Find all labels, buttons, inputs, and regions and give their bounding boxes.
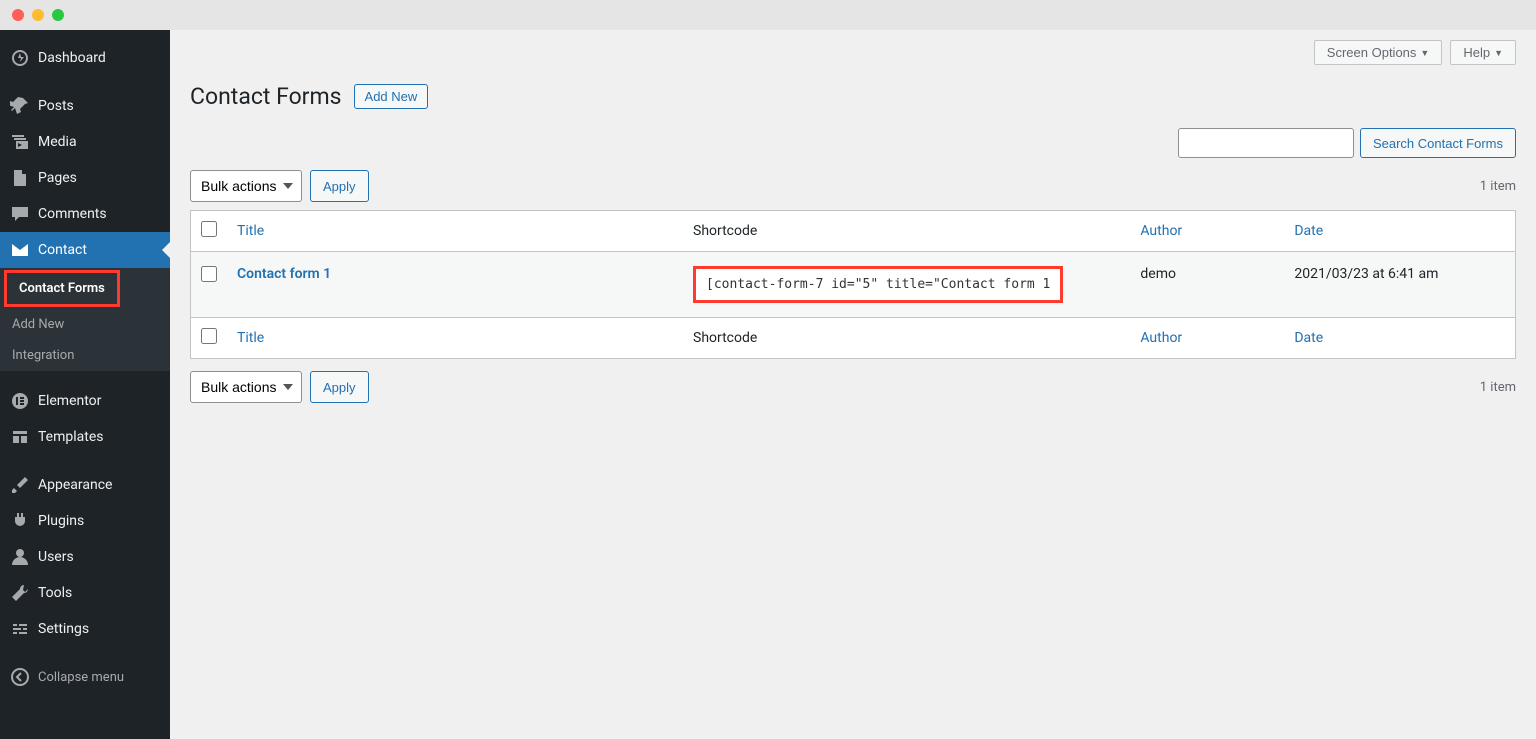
contact-forms-table: Title Shortcode Author Date Contact form… [190, 210, 1516, 359]
main-content: Screen Options ▼ Help ▼ Contact Forms Ad… [170, 30, 1536, 739]
sidebar-item-posts[interactable]: Posts [0, 88, 170, 124]
sidebar-label: Posts [38, 98, 74, 114]
sidebar-label: Settings [38, 621, 89, 637]
help-label: Help [1463, 45, 1490, 60]
comments-icon [10, 204, 30, 224]
templates-icon [10, 427, 30, 447]
sidebar-item-settings[interactable]: Settings [0, 611, 170, 647]
sidebar-item-comments[interactable]: Comments [0, 196, 170, 232]
submenu-item-add-new[interactable]: Add New [0, 309, 170, 340]
media-icon [10, 132, 30, 152]
col-author-header[interactable]: Author [1140, 223, 1182, 239]
table-row: Contact form 1 demo 2021/03/23 at 6:41 a… [191, 252, 1516, 318]
collapse-menu-button[interactable]: Collapse menu [0, 659, 170, 695]
bulk-action-select-top[interactable]: Bulk actions [190, 170, 302, 202]
col-title-header[interactable]: Title [237, 223, 264, 239]
bulk-action-select-bottom[interactable]: Bulk actions [190, 371, 302, 403]
select-all-bottom[interactable] [201, 328, 217, 344]
item-count-bottom: 1 item [1480, 380, 1516, 395]
pages-icon [10, 168, 30, 188]
sidebar-label: Users [38, 549, 74, 565]
row-date: 2021/03/23 at 6:41 am [1284, 252, 1515, 318]
mail-icon [10, 240, 30, 260]
sidebar-label: Pages [38, 170, 77, 186]
sidebar-item-appearance[interactable]: Appearance [0, 467, 170, 503]
row-author: demo [1130, 252, 1284, 318]
submenu-highlight-box: Contact Forms [4, 270, 120, 307]
sidebar-item-elementor[interactable]: Elementor [0, 383, 170, 419]
screen-options-label: Screen Options [1327, 45, 1417, 60]
triangle-down-icon: ▼ [1420, 48, 1429, 58]
form-title-link[interactable]: Contact form 1 [237, 266, 331, 282]
dashboard-icon [10, 48, 30, 68]
sidebar-label: Contact [38, 242, 87, 258]
sidebar-item-templates[interactable]: Templates [0, 419, 170, 455]
sidebar-item-dashboard[interactable]: Dashboard [0, 40, 170, 76]
pin-icon [10, 96, 30, 116]
tablenav-top: Bulk actions Apply 1 item [190, 170, 1516, 202]
sidebar-label: Media [38, 134, 77, 150]
sidebar-item-tools[interactable]: Tools [0, 575, 170, 611]
collapse-label: Collapse menu [38, 670, 124, 685]
brush-icon [10, 475, 30, 495]
sliders-icon [10, 619, 30, 639]
sidebar-label: Templates [38, 429, 104, 445]
screen-meta-links: Screen Options ▼ Help ▼ [190, 30, 1516, 65]
sidebar-label: Plugins [38, 513, 84, 529]
sidebar-item-pages[interactable]: Pages [0, 160, 170, 196]
sidebar-label: Dashboard [38, 50, 106, 66]
sidebar-item-users[interactable]: Users [0, 539, 170, 575]
user-icon [10, 547, 30, 567]
sidebar-item-plugins[interactable]: Plugins [0, 503, 170, 539]
window-titlebar [0, 0, 1536, 30]
help-toggle[interactable]: Help ▼ [1450, 40, 1516, 65]
sidebar-label: Comments [38, 206, 107, 222]
sidebar-item-media[interactable]: Media [0, 124, 170, 160]
triangle-down-icon: ▼ [1494, 48, 1503, 58]
submenu-item-contact-forms[interactable]: Contact Forms [7, 273, 117, 304]
col-author-footer[interactable]: Author [1140, 330, 1182, 346]
sidebar-label: Tools [38, 585, 72, 601]
collapse-icon [10, 667, 30, 687]
contact-submenu: Contact Forms Add New Integration [0, 268, 170, 371]
col-shortcode-header: Shortcode [683, 211, 1130, 252]
search-input[interactable] [1178, 128, 1354, 158]
close-window-button[interactable] [12, 9, 24, 21]
page-header: Contact Forms Add New [190, 83, 1516, 110]
sidebar-item-contact[interactable]: Contact [0, 232, 170, 268]
sidebar-label: Appearance [38, 477, 112, 493]
maximize-window-button[interactable] [52, 9, 64, 21]
item-count-top: 1 item [1480, 179, 1516, 194]
apply-button-top[interactable]: Apply [310, 170, 369, 202]
col-date-footer[interactable]: Date [1294, 330, 1323, 346]
search-button[interactable]: Search Contact Forms [1360, 128, 1516, 158]
screen-options-toggle[interactable]: Screen Options ▼ [1314, 40, 1443, 65]
admin-sidebar: Dashboard Posts Media Pages Comments Con… [0, 30, 170, 739]
col-title-footer[interactable]: Title [237, 330, 264, 346]
sidebar-label: Elementor [38, 393, 101, 409]
select-all-top[interactable] [201, 221, 217, 237]
col-date-header[interactable]: Date [1294, 223, 1323, 239]
elementor-icon [10, 391, 30, 411]
page-title: Contact Forms [190, 83, 342, 110]
plug-icon [10, 511, 30, 531]
apply-button-bottom[interactable]: Apply [310, 371, 369, 403]
shortcode-field[interactable] [693, 266, 1063, 303]
wrench-icon [10, 583, 30, 603]
row-checkbox[interactable] [201, 266, 217, 282]
col-shortcode-footer: Shortcode [683, 318, 1130, 359]
tablenav-bottom: Bulk actions Apply 1 item [190, 371, 1516, 403]
submenu-item-integration[interactable]: Integration [0, 340, 170, 371]
search-row: Search Contact Forms [190, 128, 1516, 158]
minimize-window-button[interactable] [32, 9, 44, 21]
add-new-button[interactable]: Add New [354, 84, 429, 109]
